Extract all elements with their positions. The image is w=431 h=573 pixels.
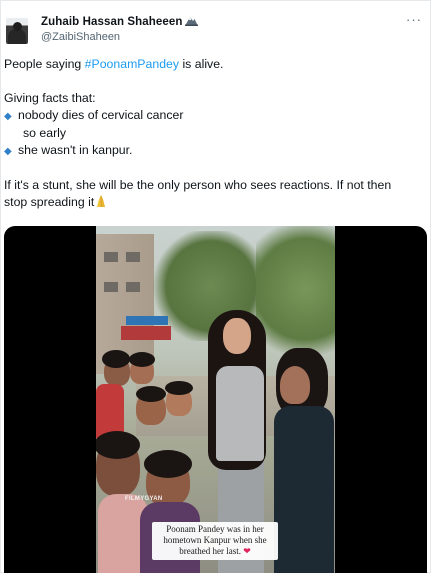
tweet-line-1: People saying #PoonamPandey is alive.: [4, 57, 224, 71]
mountain-emoji-icon: [184, 17, 198, 26]
tweet-line-2: Giving facts that:: [4, 91, 96, 105]
author-display-name[interactable]: Zuhaib Hassan Shaheeen: [41, 15, 198, 28]
avatar[interactable]: [6, 18, 28, 44]
tweet-text: People saying #PoonamPandey is alive. Gi…: [4, 56, 424, 211]
heart-icon: ❤: [243, 546, 251, 556]
video-frame: FILMYGYAN Poonam Pandey was in her homet…: [96, 226, 335, 573]
author-name-text[interactable]: Zuhaib Hassan Shaheeen: [41, 16, 183, 28]
tweet-video[interactable]: FILMYGYAN Poonam Pandey was in her homet…: [4, 226, 427, 573]
video-caption: Poonam Pandey was in her hometown Kanpur…: [152, 522, 278, 560]
more-horizontal-icon[interactable]: ···: [406, 12, 422, 27]
small-blue-diamond-icon: ◆: [4, 111, 12, 122]
video-watermark: FILMYGYAN: [125, 496, 163, 502]
bullet-item-1: ◆ nobody dies of cervical cancer: [4, 107, 424, 125]
author-handle[interactable]: @ZaibiShaheen: [41, 31, 120, 43]
bullet-item-2: ◆ she wasn't in kanpur.: [4, 142, 424, 160]
tweet-line-4: stop spreading it: [4, 194, 424, 211]
tweet-card[interactable]: Zuhaib Hassan Shaheeen @ZaibiShaheen ···…: [0, 0, 431, 573]
small-blue-diamond-icon: ◆: [4, 146, 12, 157]
tweet-header: Zuhaib Hassan Shaheeen @ZaibiShaheen ···: [1, 1, 430, 49]
folded-hands-icon: [97, 195, 106, 207]
bullet-item-1-continued: so early: [23, 126, 67, 140]
hashtag-link[interactable]: #PoonamPandey: [85, 57, 179, 71]
tweet-line-3: If it's a stunt, she will be the only pe…: [4, 178, 392, 192]
